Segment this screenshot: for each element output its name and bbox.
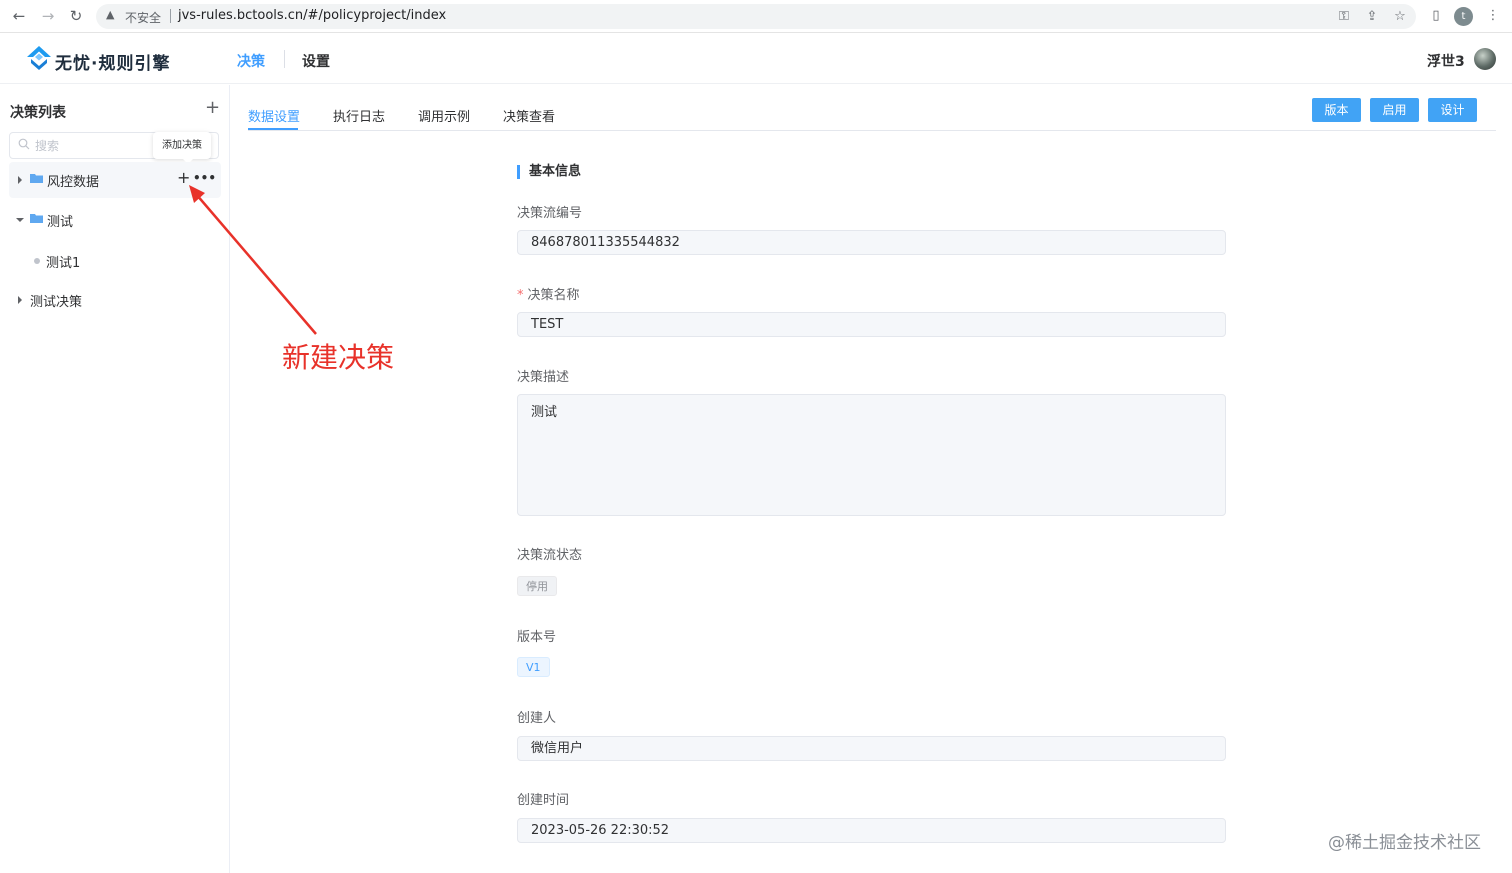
url-text[interactable]: jvs-rules.bctools.cn/#/policyproject/ind… — [178, 8, 446, 23]
back-icon[interactable]: ← — [8, 5, 30, 27]
decision-name-label: * 决策名称 — [517, 284, 580, 303]
more-icon[interactable]: ••• — [193, 171, 216, 185]
nav-divider — [284, 50, 285, 68]
version-button[interactable]: 版本 — [1312, 98, 1361, 122]
enable-button[interactable]: 启用 — [1370, 98, 1419, 122]
decision-name-field[interactable]: TEST — [517, 312, 1226, 337]
watermark: @稀土掘金技术社区 — [1328, 833, 1481, 853]
caret-right-icon[interactable] — [18, 176, 22, 184]
annotation-label: 新建决策 — [282, 341, 395, 374]
decision-desc-label: 决策描述 — [517, 370, 570, 385]
decision-name-label-text: 决策名称 — [527, 288, 580, 303]
side-panel-icon[interactable]: ▯ — [1426, 6, 1446, 26]
tree-item-label: 测试1 — [46, 256, 81, 271]
flow-id-field[interactable]: 846878011335544832 — [517, 230, 1226, 255]
tab-call-example[interactable]: 调用示例 — [418, 106, 470, 125]
add-child-icon[interactable]: + — [177, 168, 190, 187]
design-button[interactable]: 设计 — [1428, 98, 1477, 122]
profile-avatar[interactable]: t — [1454, 7, 1473, 26]
add-decision-button[interactable]: + — [205, 98, 220, 118]
tab-decision-view[interactable]: 决策查看 — [503, 106, 555, 125]
caret-down-icon[interactable] — [16, 218, 24, 222]
flow-id-label: 决策流编号 — [517, 206, 583, 221]
tab-data-settings[interactable]: 数据设置 — [248, 106, 300, 125]
version-label: 版本号 — [517, 630, 557, 645]
tree-item-test-decision[interactable]: 测试决策 — [9, 282, 221, 318]
folder-icon — [30, 214, 43, 223]
creator-field[interactable]: 微信用户 — [517, 736, 1226, 761]
nav-decision[interactable]: 决策 — [237, 51, 265, 71]
active-tab-indicator — [248, 128, 298, 130]
key-icon[interactable]: ⚿ — [1334, 7, 1354, 27]
tree-item-label: 风控数据 — [47, 175, 100, 190]
tree-item-test[interactable]: 测试 — [9, 202, 221, 238]
user-avatar[interactable] — [1474, 48, 1496, 70]
status-badge: 停用 — [517, 576, 557, 596]
warning-icon: ▲ — [106, 8, 115, 21]
address-divider — [170, 9, 171, 23]
address-bar[interactable]: ▲ 不安全 jvs-rules.bctools.cn/#/policyproje… — [96, 4, 1416, 29]
created-time-label: 创建时间 — [517, 793, 570, 808]
nav-settings[interactable]: 设置 — [302, 51, 330, 71]
star-icon[interactable]: ☆ — [1390, 7, 1410, 27]
tree-item-test1[interactable]: 测试1 — [9, 243, 221, 279]
menu-icon[interactable]: ⋮ — [1483, 6, 1503, 26]
reload-icon[interactable]: ↻ — [65, 5, 87, 27]
leaf-dot-icon — [34, 258, 40, 264]
created-time-field[interactable]: 2023-05-26 22:30:52 — [517, 818, 1226, 843]
user-name[interactable]: 浮世3 — [1427, 51, 1465, 71]
flow-status-label: 决策流状态 — [517, 548, 583, 563]
app-header: 无忧·规则引擎 决策 设置 浮世3 — [0, 34, 1512, 84]
decision-desc-field[interactable]: 测试 — [517, 394, 1226, 516]
logo-icon — [27, 46, 51, 70]
logo-text: 无忧·规则引擎 — [55, 54, 171, 74]
tree-item-risk-data[interactable]: 风控数据 + ••• — [9, 162, 221, 198]
tree-item-label: 测试 — [47, 215, 74, 230]
tab-execution-log[interactable]: 执行日志 — [333, 106, 385, 125]
sidebar-title: 决策列表 — [10, 105, 66, 121]
share-icon[interactable]: ⇪ — [1362, 7, 1382, 27]
tree-item-label: 测试决策 — [30, 295, 83, 310]
search-icon — [18, 138, 30, 150]
forward-icon[interactable]: → — [37, 5, 59, 27]
decision-sidebar: 决策列表 + 添加决策 风控数据 + ••• 测试 测试1 测试决策 — [0, 85, 230, 873]
add-decision-tooltip: 添加决策 — [153, 132, 211, 164]
folder-icon — [30, 174, 43, 183]
tab-bar: 数据设置 执行日志 调用示例 决策查看 — [248, 100, 1496, 131]
version-badge: V1 — [517, 657, 550, 677]
browser-toolbar: ← → ↻ ▲ 不安全 jvs-rules.bctools.cn/#/polic… — [0, 0, 1512, 33]
insecure-label: 不安全 — [125, 11, 162, 25]
creator-label: 创建人 — [517, 711, 557, 726]
caret-right-icon[interactable] — [18, 296, 22, 304]
section-title: 基本信息 — [517, 165, 581, 179]
required-mark: * — [517, 288, 524, 303]
search-input[interactable] — [35, 135, 155, 156]
